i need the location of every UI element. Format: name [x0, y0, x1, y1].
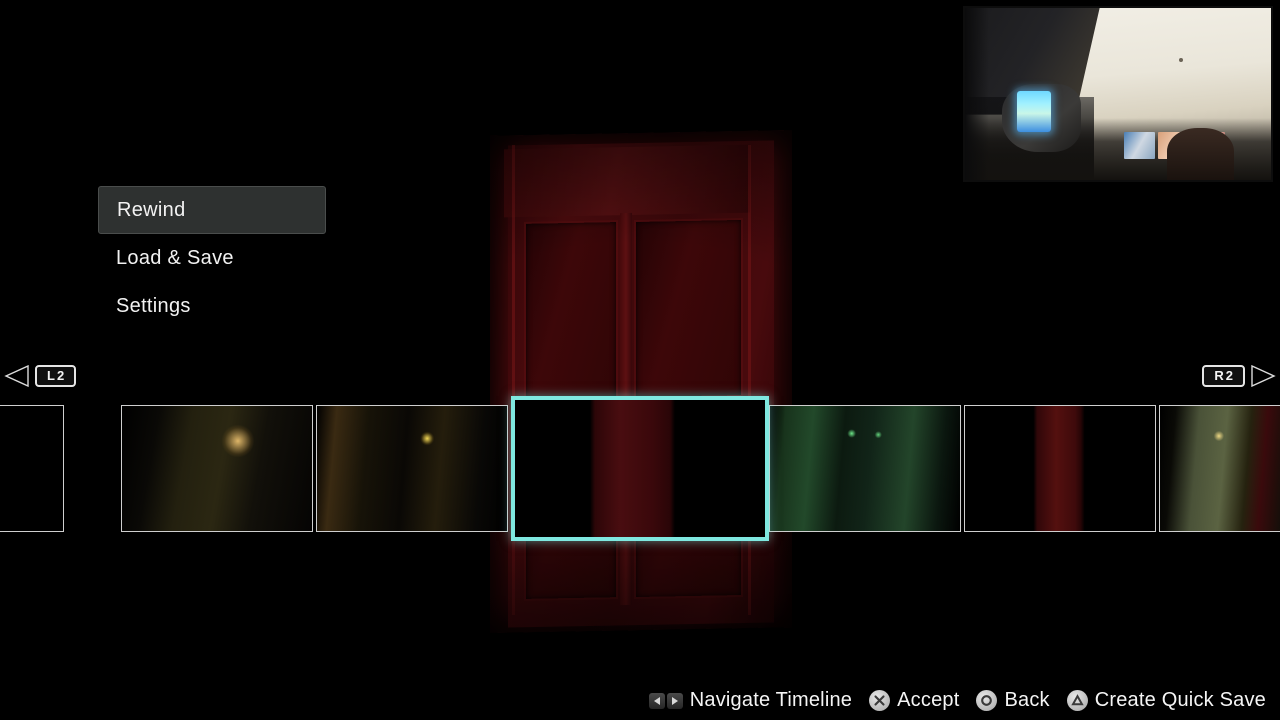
timeline-thumbnail-selected[interactable] — [511, 396, 769, 541]
timeline-thumbnail[interactable] — [964, 405, 1156, 532]
webcam-left-shadow — [965, 8, 990, 180]
game-screen: Rewind Load & Save Settings L2 R2 Naviga… — [0, 0, 1280, 720]
cross-button-icon — [869, 690, 891, 711]
prompt-accept[interactable]: Accept — [869, 689, 959, 712]
thumbnail-image — [965, 406, 1155, 531]
door-panel-top-right — [636, 219, 741, 398]
thumbnail-image — [317, 406, 507, 531]
menu-item-load-and-save[interactable]: Load & Save — [98, 234, 326, 282]
button-prompt-bar: Navigate Timeline Accept Back Create Qui… — [0, 689, 1280, 712]
thumbnail-image — [770, 406, 960, 531]
thumbnail-image — [122, 406, 312, 531]
shoulder-hint-l2[interactable]: L2 — [4, 365, 77, 387]
pause-menu: Rewind Load & Save Settings — [98, 186, 326, 330]
prompt-label: Navigate Timeline — [689, 689, 853, 711]
timeline-thumbnail[interactable] — [769, 405, 961, 532]
webcam-poster — [1124, 131, 1155, 160]
webcam-chair — [1166, 128, 1235, 180]
circle-button-icon — [976, 690, 998, 711]
dpad-left-right-icon — [648, 692, 683, 709]
triangle-button-icon — [1066, 690, 1088, 711]
prompt-label: Back — [1004, 689, 1050, 711]
menu-item-label: Rewind — [117, 198, 186, 221]
timeline-thumbnail[interactable] — [121, 405, 313, 532]
prompt-label: Accept — [897, 689, 960, 711]
triangle-left-icon — [4, 365, 29, 387]
menu-item-label: Load & Save — [116, 246, 234, 269]
shoulder-key-label: R2 — [1202, 365, 1245, 387]
timeline-thumbnail[interactable] — [316, 405, 508, 532]
menu-item-label: Settings — [116, 294, 191, 317]
dpad-left-icon — [648, 692, 665, 709]
menu-item-settings[interactable]: Settings — [98, 282, 326, 330]
dpad-right-icon — [666, 692, 683, 709]
scene-door — [490, 130, 792, 633]
timeline-thumbnail[interactable] — [0, 405, 64, 532]
shoulder-key-label: L2 — [35, 365, 77, 387]
menu-item-rewind[interactable]: Rewind — [98, 186, 326, 234]
thumbnail-image — [515, 400, 765, 537]
timeline-thumbnail[interactable] — [1159, 405, 1280, 532]
door-panel-top-left — [526, 222, 616, 399]
prompt-back[interactable]: Back — [976, 689, 1050, 712]
webcam-phone-screen — [1017, 90, 1051, 132]
door-stile-right — [748, 145, 751, 615]
prompt-navigate-timeline[interactable]: Navigate Timeline — [648, 689, 853, 712]
shoulder-hint-r2[interactable]: R2 — [1202, 365, 1276, 387]
prompt-create-quick-save[interactable]: Create Quick Save — [1066, 689, 1266, 712]
rewind-timeline[interactable] — [0, 396, 1280, 542]
prompt-label: Create Quick Save — [1094, 689, 1266, 711]
triangle-right-icon — [1251, 365, 1276, 387]
thumbnail-image — [0, 406, 63, 531]
thumbnail-image — [1160, 406, 1280, 531]
door-stile-left — [512, 145, 515, 615]
door-top-rail — [504, 144, 750, 218]
webcam-overlay — [963, 6, 1273, 182]
